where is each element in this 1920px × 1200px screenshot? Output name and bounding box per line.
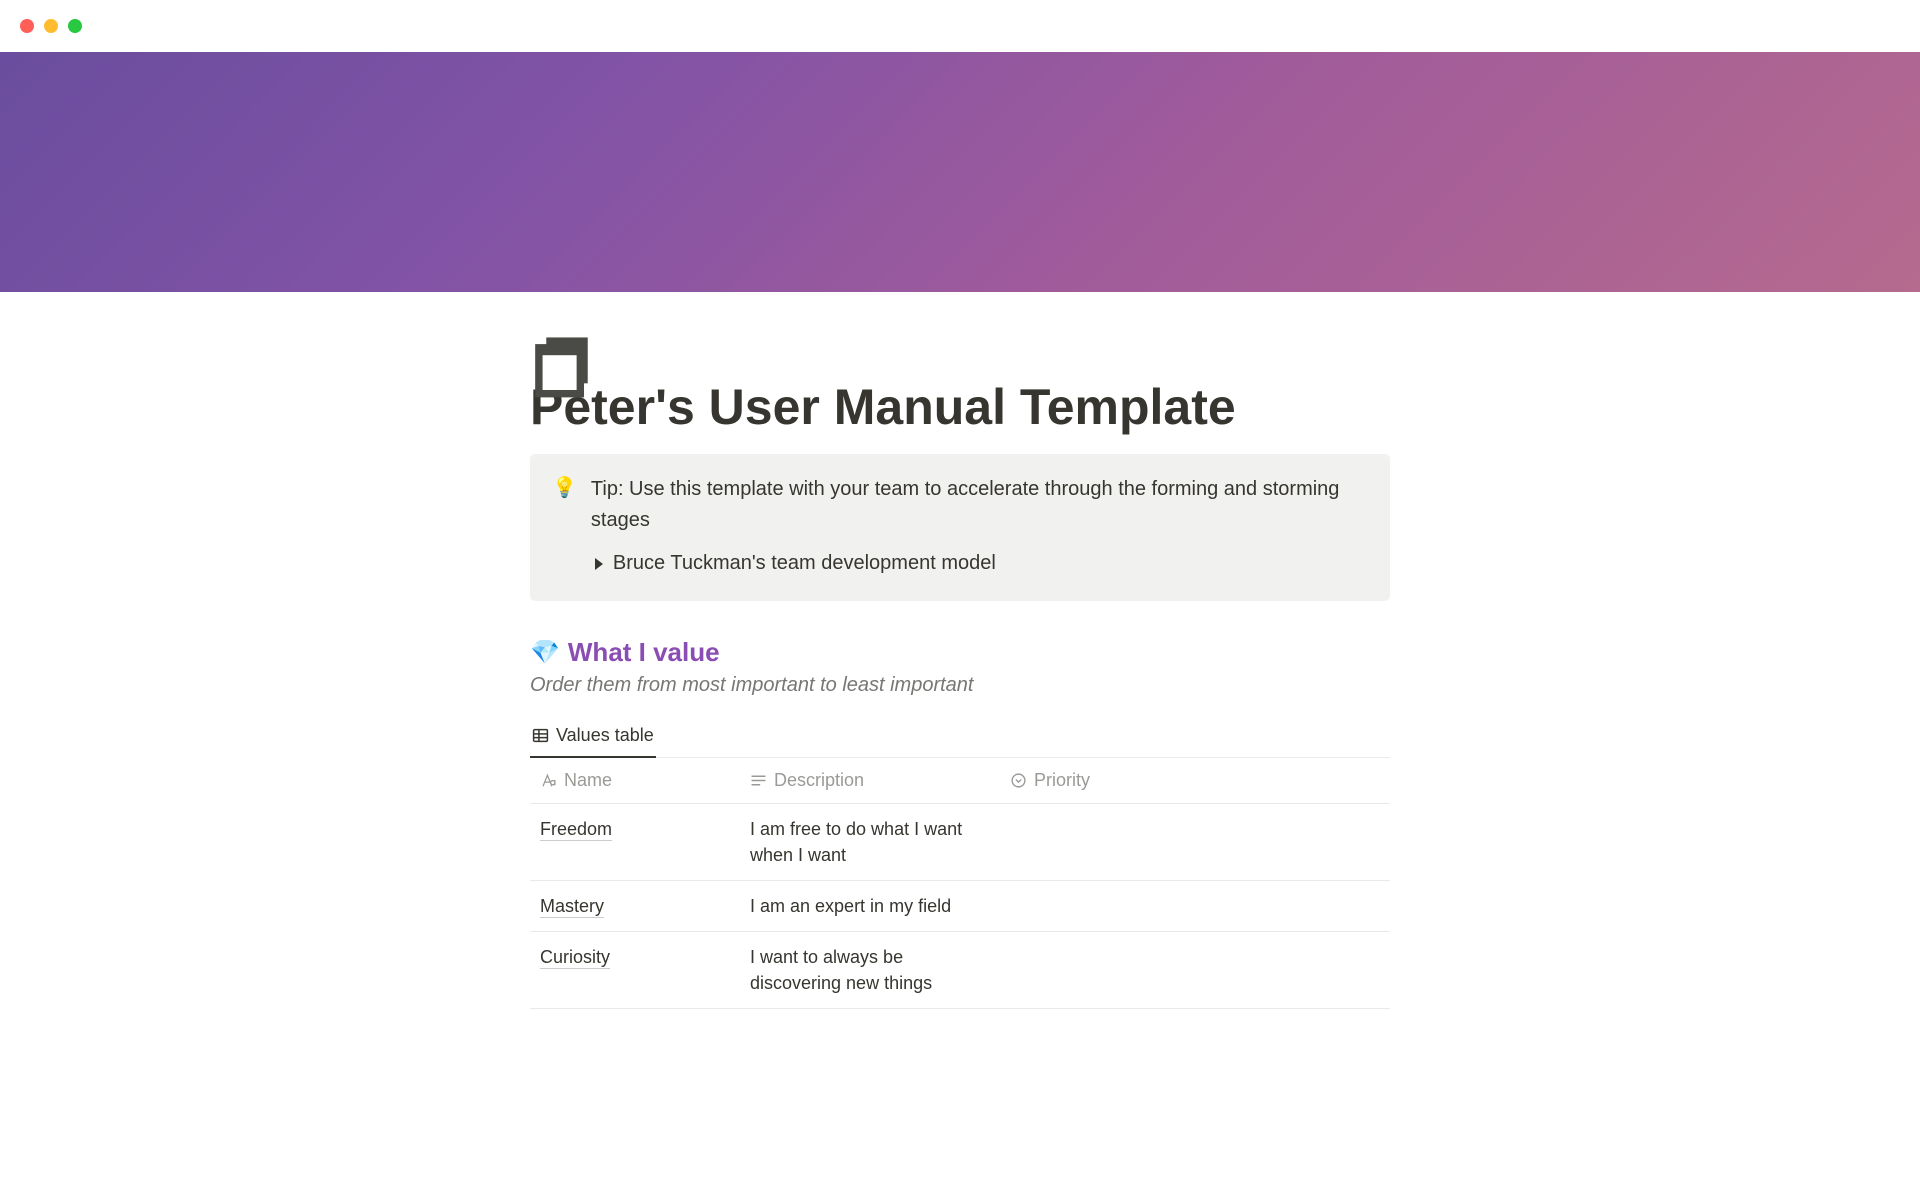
row-title[interactable]: Curiosity xyxy=(540,947,610,969)
tab-values-table[interactable]: Values table xyxy=(530,719,656,758)
table-row[interactable]: Mastery I am an expert in my field xyxy=(530,881,1390,932)
tab-label: Values table xyxy=(556,725,654,746)
toggle-tuckman-model[interactable]: Bruce Tuckman's team development model xyxy=(595,548,1368,579)
row-extra[interactable] xyxy=(1260,932,1390,1009)
window-titlebar xyxy=(0,0,1920,52)
column-header-priority[interactable]: Priority xyxy=(1000,758,1260,804)
page-icon[interactable] xyxy=(530,333,604,407)
row-extra[interactable] xyxy=(1260,804,1390,881)
row-priority[interactable] xyxy=(1000,804,1260,881)
table-header-row: Name Description xyxy=(530,758,1390,804)
column-header-empty[interactable] xyxy=(1260,758,1390,804)
lightbulb-icon: 💡 xyxy=(552,474,577,579)
window-minimize-button[interactable] xyxy=(44,19,58,33)
triangle-right-icon xyxy=(595,558,603,570)
gem-icon: 💎 xyxy=(530,638,560,667)
title-property-icon xyxy=(540,772,557,789)
text-property-icon xyxy=(750,772,767,789)
row-title[interactable]: Mastery xyxy=(540,896,604,918)
row-description[interactable]: I want to always be discovering new thin… xyxy=(740,932,1000,1009)
table-row[interactable]: Freedom I am free to do what I want when… xyxy=(530,804,1390,881)
column-header-description[interactable]: Description xyxy=(740,758,1000,804)
page-title[interactable]: Peter's User Manual Template xyxy=(530,378,1390,436)
section-subtitle[interactable]: Order them from most important to least … xyxy=(530,674,1390,697)
table-icon xyxy=(532,727,549,744)
section-heading-text: What I value xyxy=(568,637,720,668)
callout-text[interactable]: Tip: Use this template with your team to… xyxy=(591,474,1368,536)
section-heading-what-i-value[interactable]: 💎 What I value xyxy=(530,637,1390,668)
table-row[interactable]: Curiosity I want to always be discoverin… xyxy=(530,932,1390,1009)
tip-callout[interactable]: 💡 Tip: Use this template with your team … xyxy=(530,454,1390,601)
select-property-icon xyxy=(1010,772,1027,789)
toggle-label: Bruce Tuckman's team development model xyxy=(613,548,996,579)
column-header-name[interactable]: Name xyxy=(530,758,740,804)
row-title[interactable]: Freedom xyxy=(540,819,612,841)
database-view-tabs: Values table xyxy=(530,719,1390,758)
window-zoom-button[interactable] xyxy=(68,19,82,33)
row-description[interactable]: I am an expert in my field xyxy=(740,881,1000,932)
window-close-button[interactable] xyxy=(20,19,34,33)
values-table: Name Description xyxy=(530,758,1390,1009)
row-description[interactable]: I am free to do what I want when I want xyxy=(740,804,1000,881)
page-cover[interactable] xyxy=(0,52,1920,292)
row-priority[interactable] xyxy=(1000,932,1260,1009)
row-priority[interactable] xyxy=(1000,881,1260,932)
row-extra[interactable] xyxy=(1260,881,1390,932)
